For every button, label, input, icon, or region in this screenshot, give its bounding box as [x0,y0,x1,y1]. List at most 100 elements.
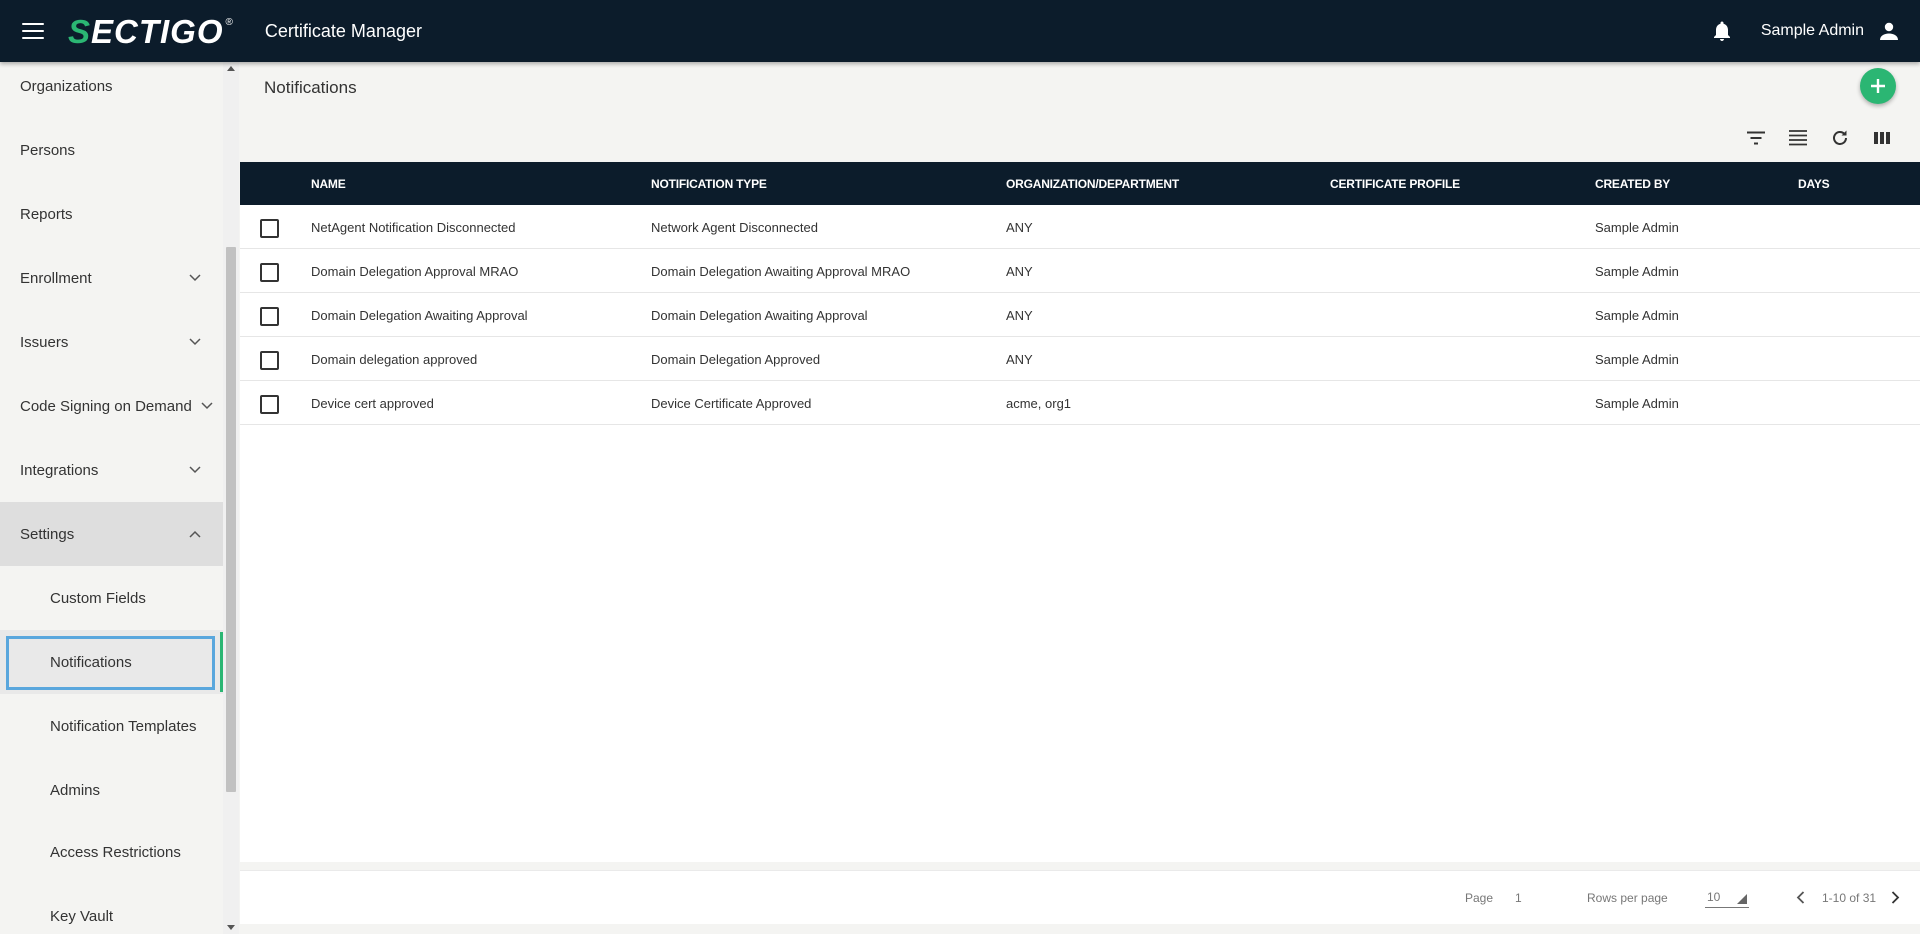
page-number[interactable]: 1 [1515,891,1522,905]
cell-organization: ANY [1006,219,1033,235]
sidebar-item-label: Issuers [20,333,69,351]
sidebar-item-enrollment[interactable]: Enrollment [0,246,223,310]
columns-icon[interactable] [1870,126,1894,150]
main-content: Notifications NAME NOTIFICATION TYPE ORG… [240,62,1920,934]
filter-icon[interactable] [1744,126,1768,150]
cell-notification-type: Device Certificate Approved [651,395,812,411]
cell-name: Domain Delegation Approval MRAO [311,263,519,279]
sidebar-item-label: Key Vault [50,907,114,925]
cell-name: Domain delegation approved [311,351,478,367]
table-row[interactable]: Domain Delegation Awaiting Approval Doma… [240,293,1920,337]
cell-created-by: Sample Admin [1595,395,1679,411]
sidebar-item-organizations[interactable]: Organizations [0,62,223,118]
sidebar-item-notification-templates[interactable]: Notification Templates [0,694,223,758]
page-label: Page [1465,890,1494,905]
density-icon[interactable] [1786,126,1810,150]
chevron-down-icon [189,464,201,476]
cell-organization: ANY [1006,307,1033,323]
sidebar-item-admins[interactable]: Admins [0,758,223,822]
table-pagination: Page 1 Rows per page 10 1-10 of 31 [240,870,1920,924]
table-row[interactable]: Domain Delegation Approval MRAO Domain D… [240,249,1920,293]
sidebar-item-custom-fields[interactable]: Custom Fields [0,566,223,630]
cell-created-by: Sample Admin [1595,307,1679,323]
notifications-table: NAME NOTIFICATION TYPE ORGANIZATION/DEPA… [240,162,1920,862]
cell-notification-type: Domain Delegation Awaiting Approval MRAO [651,263,911,279]
cell-notification-type: Network Agent Disconnected [651,219,818,235]
table-header: NAME NOTIFICATION TYPE ORGANIZATION/DEPA… [240,162,1920,205]
sidebar-item-label: Notifications [50,653,132,671]
row-checkbox[interactable] [260,219,279,238]
sidebar-scrollbar[interactable] [223,62,239,934]
cell-created-by: Sample Admin [1595,351,1679,367]
sidebar-item-key-vault[interactable]: Key Vault [0,884,223,934]
table-row[interactable]: NetAgent Notification Disconnected Netwo… [240,205,1920,249]
cell-name: Device cert approved [311,395,434,411]
chevron-down-icon [189,272,201,284]
sidebar-item-settings[interactable]: Settings [0,502,223,566]
rows-per-page-select[interactable]: 10 [1705,888,1749,908]
sidebar-item-integrations[interactable]: Integrations [0,438,223,502]
column-header-organization[interactable]: ORGANIZATION/DEPARTMENT [1006,162,1179,205]
cell-created-by: Sample Admin [1595,219,1679,235]
row-checkbox[interactable] [260,307,279,326]
table-toolbar [1726,126,1894,150]
row-checkbox[interactable] [260,263,279,282]
row-checkbox[interactable] [260,395,279,414]
plus-icon [1871,79,1885,93]
sectigo-logo[interactable]: SECTIGO ® [68,15,233,48]
add-notification-button[interactable] [1860,68,1896,104]
cell-organization: acme, org1 [1006,395,1072,411]
column-header-name[interactable]: NAME [311,162,346,205]
refresh-icon[interactable] [1828,126,1852,150]
sidebar-nav: Organizations Persons Reports Enrollment… [0,62,223,934]
table-row[interactable]: Device cert approved Device Certificate … [240,381,1920,425]
menu-icon[interactable] [22,23,44,39]
sidebar-item-code-signing[interactable]: Code Signing on Demand [0,374,223,438]
rows-per-page-value: 10 [1707,890,1721,904]
logo-s: S [68,12,92,50]
chevron-right-icon[interactable] [1887,890,1903,906]
column-header-days[interactable]: DAYS [1798,162,1830,205]
cell-notification-type: Domain Delegation Awaiting Approval [651,307,868,323]
page-title: Notifications [264,78,357,97]
sidebar-item-label: Code Signing on Demand [20,397,192,415]
cell-organization: ANY [1006,263,1033,279]
logo-registered-mark: ® [225,16,233,28]
cell-name: Domain Delegation Awaiting Approval [311,307,528,323]
sidebar-item-label: Organizations [20,77,113,95]
scroll-up-arrow-icon[interactable] [227,66,235,71]
sidebar-item-label: Integrations [20,461,99,479]
sidebar-item-label: Settings [20,525,75,543]
row-checkbox[interactable] [260,351,279,370]
bell-icon[interactable] [1711,20,1733,42]
sidebar-item-issuers[interactable]: Issuers [0,310,223,374]
sidebar-item-notifications[interactable]: Notifications [0,630,223,694]
table-row[interactable]: Domain delegation approved Domain Delega… [240,337,1920,381]
sidebar-item-label: Enrollment [20,269,92,287]
sidebar-item-label: Custom Fields [50,589,146,607]
scroll-down-arrow-icon[interactable] [227,925,235,930]
chevron-down-icon [189,336,201,348]
top-app-bar: SECTIGO ® Certificate Manager Sample Adm… [0,0,1920,62]
chevron-down-icon [201,400,213,412]
scrollbar-thumb[interactable] [226,247,236,792]
user-icon[interactable] [1878,20,1900,42]
sidebar-item-label: Reports [20,205,73,223]
column-header-notification-type[interactable]: NOTIFICATION TYPE [651,162,767,205]
dropdown-triangle-icon [1737,893,1747,904]
cell-name: NetAgent Notification Disconnected [311,219,516,235]
sidebar-item-persons[interactable]: Persons [0,118,223,182]
user-name[interactable]: Sample Admin [1761,22,1864,40]
column-header-created-by[interactable]: CREATED BY [1595,162,1670,205]
chevron-up-icon [189,528,201,540]
column-header-certificate-profile[interactable]: CERTIFICATE PROFILE [1330,162,1460,205]
app-title: Certificate Manager [264,20,422,41]
sidebar-item-access-restrictions[interactable]: Access Restrictions [0,820,223,884]
pagination-range: 1-10 of 31 [1822,890,1877,905]
chevron-left-icon[interactable] [1792,890,1808,906]
sidebar-item-label: Admins [50,781,101,799]
cell-notification-type: Domain Delegation Approved [651,351,821,367]
cell-created-by: Sample Admin [1595,263,1679,279]
sidebar-item-reports[interactable]: Reports [0,182,223,246]
sidebar-item-label: Access Restrictions [50,843,181,861]
